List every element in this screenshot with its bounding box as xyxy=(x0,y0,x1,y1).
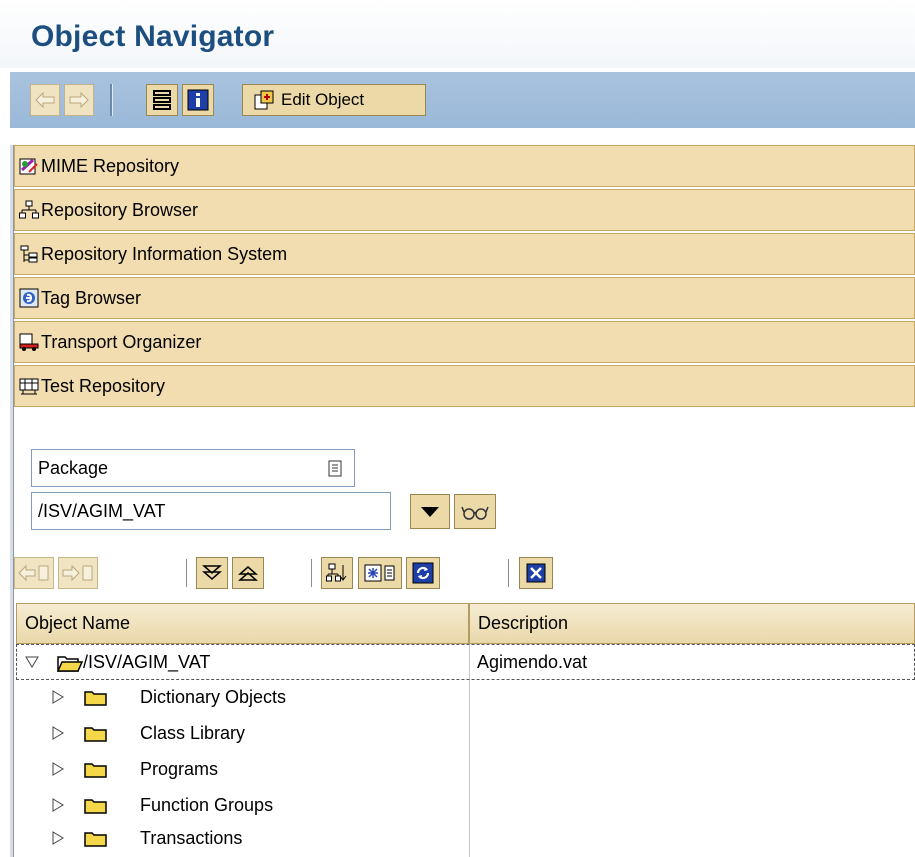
panel-label: Repository Browser xyxy=(41,199,199,220)
object-type-dropdown[interactable]: Package xyxy=(31,449,355,487)
edit-object-label: Edit Object xyxy=(281,90,365,109)
tree-row[interactable]: Dictionary Objects xyxy=(16,680,915,716)
tree-node-description: Agimendo.vat xyxy=(477,652,588,672)
tree-row[interactable]: Class Library xyxy=(16,716,915,752)
arrow-left-icon xyxy=(35,91,55,109)
expand-icon xyxy=(202,565,222,580)
refresh-button[interactable] xyxy=(406,557,440,589)
edit-object-button[interactable]: Edit Object xyxy=(242,84,426,116)
folder-icon xyxy=(84,799,107,814)
close-icon xyxy=(526,563,546,583)
next-object-button[interactable] xyxy=(58,557,98,589)
folder-icon xyxy=(84,727,107,742)
tag-browser-icon xyxy=(19,288,39,308)
panel-label: MIME Repository xyxy=(41,155,180,176)
back-button[interactable] xyxy=(30,84,60,116)
object-name-value: /ISV/AGIM_VAT xyxy=(38,500,166,521)
panel-transport-organizer[interactable]: Transport Organizer xyxy=(14,321,915,363)
tree-node-label: Function Groups xyxy=(140,795,274,815)
column-header-object-name[interactable]: Object Name xyxy=(16,603,469,644)
tree-row-root[interactable]: /ISV/AGIM_VAT Agimendo.vat xyxy=(16,644,915,680)
toolbar-separator xyxy=(311,559,312,587)
asterisk-list-icon xyxy=(364,564,395,582)
tree-row[interactable]: Programs xyxy=(16,752,915,788)
application-toolbar: Edit Object xyxy=(10,72,915,128)
tree-header: Object Name Description xyxy=(16,603,915,644)
folder-icon xyxy=(84,832,107,847)
arrow-right-icon xyxy=(69,91,89,109)
test-repository-icon xyxy=(19,376,39,396)
toolbar-separator xyxy=(508,559,509,587)
display-tree-button[interactable] xyxy=(146,84,178,116)
arrow-left-icon xyxy=(18,564,49,582)
expand-triangle-icon xyxy=(52,831,64,845)
panel-label: Transport Organizer xyxy=(41,331,202,352)
folder-icon xyxy=(84,691,107,706)
sort-hierarchy-button[interactable] xyxy=(321,557,353,589)
display-object-button[interactable] xyxy=(454,494,496,529)
transport-organizer-icon xyxy=(19,332,39,352)
panel-test-repository[interactable]: Test Repository xyxy=(14,365,915,407)
expand-triangle-icon xyxy=(52,762,64,776)
tree-row[interactable]: Transactions xyxy=(16,821,915,857)
refresh-icon xyxy=(412,562,434,584)
panel-repository-browser[interactable]: Repository Browser xyxy=(14,189,915,231)
expand-all-button[interactable] xyxy=(196,557,228,589)
expand-triangle-icon xyxy=(52,690,64,704)
tree-node-label: /ISV/AGIM_VAT xyxy=(83,652,211,672)
hierarchy-sort-icon xyxy=(326,563,347,582)
dropdown-list-icon xyxy=(328,460,342,477)
object-type-value: Package xyxy=(38,457,109,478)
tree-row[interactable]: Function Groups xyxy=(16,788,915,824)
panel-tag-browser[interactable]: Tag Browser xyxy=(14,277,915,319)
close-tree-button[interactable] xyxy=(519,557,553,589)
info-icon xyxy=(187,89,209,111)
highlight-node-button[interactable] xyxy=(358,557,402,589)
collapse-all-button[interactable] xyxy=(232,557,264,589)
toolbar-separator xyxy=(110,84,113,116)
panel-mime-repository[interactable]: MIME Repository xyxy=(14,145,915,187)
tree-toolbar xyxy=(14,553,915,597)
panel-label: Repository Information System xyxy=(41,243,288,264)
panel-label: Test Repository xyxy=(41,375,166,396)
tree-node-label: Transactions xyxy=(140,828,243,848)
tree-node-label: Programs xyxy=(140,759,219,779)
open-folder-icon xyxy=(57,656,83,672)
object-name-input[interactable]: /ISV/AGIM_VAT xyxy=(31,492,391,530)
tree-node-label: Dictionary Objects xyxy=(140,687,287,707)
title-bar: Object Navigator xyxy=(0,0,915,68)
chevron-down-icon xyxy=(421,506,439,517)
expand-triangle-icon xyxy=(52,726,64,740)
arrow-right-icon xyxy=(62,564,93,582)
information-button[interactable] xyxy=(182,84,214,116)
collapse-triangle-icon xyxy=(25,656,39,668)
panel-label: Tag Browser xyxy=(41,287,142,308)
navigator-panel-list: MIME Repository Repository Browser Repos… xyxy=(14,145,915,409)
tree-node-label: Class Library xyxy=(140,723,246,743)
object-name-dropdown-button[interactable] xyxy=(410,494,450,529)
panel-repository-information-system[interactable]: Repository Information System xyxy=(14,233,915,275)
mime-repository-icon xyxy=(19,156,39,176)
glasses-icon xyxy=(461,506,489,520)
repository-browser-icon xyxy=(19,200,39,220)
edit-object-icon xyxy=(254,90,274,110)
repository-info-system-icon xyxy=(19,244,39,264)
hierarchy-list-icon xyxy=(153,90,171,110)
toolbar-separator xyxy=(186,559,187,587)
column-header-description[interactable]: Description xyxy=(469,603,915,644)
forward-button[interactable] xyxy=(64,84,94,116)
collapse-icon xyxy=(238,566,258,581)
previous-object-button[interactable] xyxy=(14,557,54,589)
expand-triangle-icon xyxy=(52,798,64,812)
folder-icon xyxy=(84,763,107,778)
window-title: Object Navigator xyxy=(31,20,275,53)
